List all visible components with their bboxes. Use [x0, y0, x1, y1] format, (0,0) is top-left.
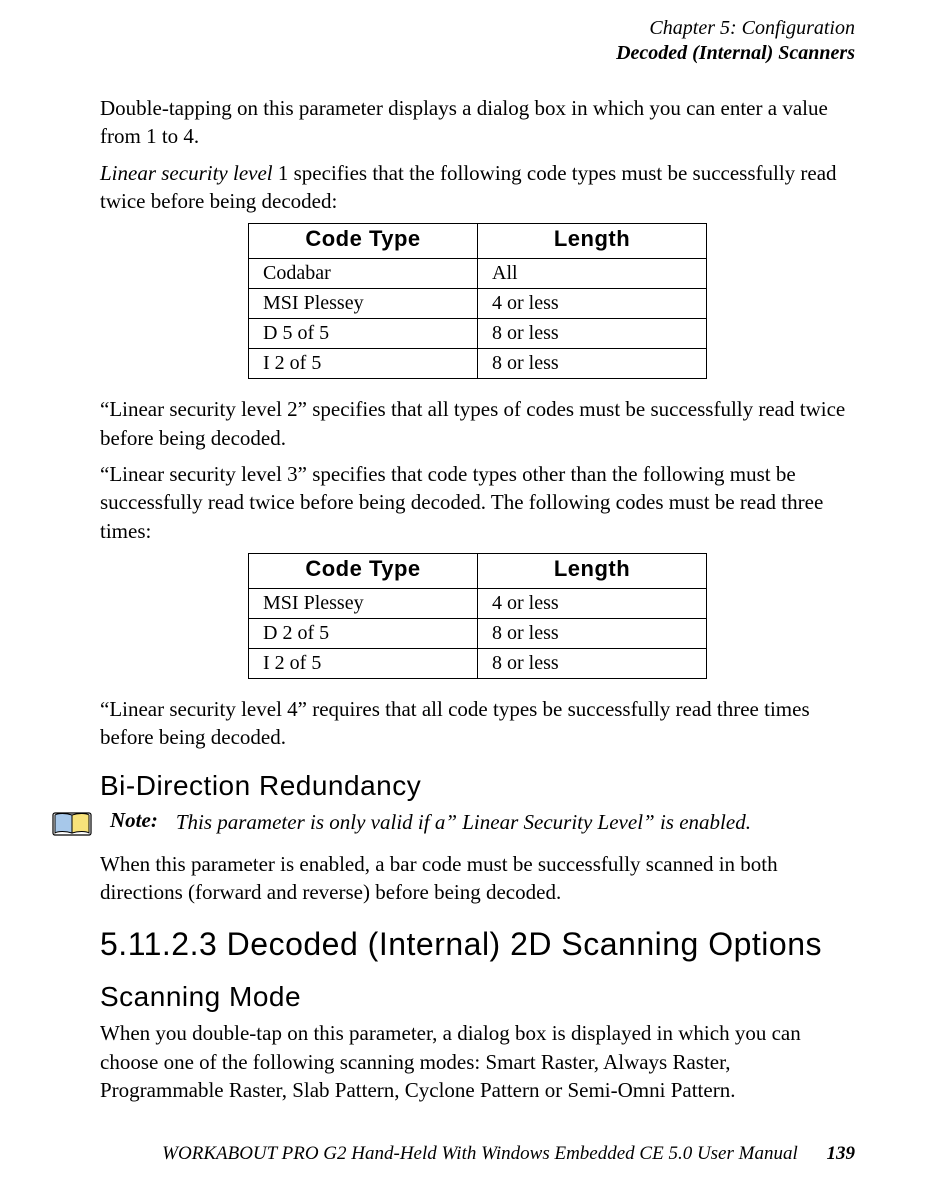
paragraph: When this parameter is enabled, a bar co… — [100, 850, 855, 907]
paragraph: When you double-tap on this parameter, a… — [100, 1019, 855, 1104]
cell-length: 8 or less — [478, 349, 707, 379]
cell-code-type: D 5 of 5 — [249, 319, 478, 349]
book-icon — [52, 810, 92, 838]
page-number: 139 — [827, 1143, 856, 1164]
table-header-row: Code Type Length — [249, 554, 707, 589]
cell-code-type: MSI Plessey — [249, 589, 478, 619]
cell-length: All — [478, 259, 707, 289]
cell-length: 4 or less — [478, 289, 707, 319]
table-row: MSI Plessey 4 or less — [249, 589, 707, 619]
page-container: Chapter 5: Configuration Decoded (Intern… — [0, 0, 935, 1193]
section-label: Decoded (Internal) Scanners — [100, 41, 855, 66]
italic-phrase: Linear security level — [100, 161, 273, 185]
column-header-code-type: Code Type — [249, 554, 478, 589]
cell-code-type: I 2 of 5 — [249, 649, 478, 679]
code-table-1: Code Type Length Codabar All MSI Plessey… — [248, 223, 707, 379]
note-label: Note: — [110, 808, 158, 833]
section-heading-2d-options: 5.11.2.3 Decoded (Internal) 2D Scanning … — [100, 926, 855, 963]
column-header-length: Length — [478, 224, 707, 259]
subheading-bi-direction: Bi-Direction Redundancy — [100, 770, 855, 802]
manual-title: WORKABOUT PRO G2 Hand-Held With Windows … — [162, 1143, 798, 1164]
cell-length: 8 or less — [478, 619, 707, 649]
cell-length: 4 or less — [478, 589, 707, 619]
paragraph: “Linear security level 4” requires that … — [100, 695, 855, 752]
running-header: Chapter 5: Configuration Decoded (Intern… — [100, 16, 855, 66]
table-row: MSI Plessey 4 or less — [249, 289, 707, 319]
note-block: Note: This parameter is only valid if a”… — [52, 808, 855, 838]
cell-code-type: I 2 of 5 — [249, 349, 478, 379]
table-header-row: Code Type Length — [249, 224, 707, 259]
column-header-length: Length — [478, 554, 707, 589]
paragraph: “Linear security level 3” specifies that… — [100, 460, 855, 545]
table-row: I 2 of 5 8 or less — [249, 349, 707, 379]
table-row: D 5 of 5 8 or less — [249, 319, 707, 349]
paragraph: Linear security level 1 specifies that t… — [100, 159, 855, 216]
paragraph: Double-tapping on this parameter display… — [100, 94, 855, 151]
page-footer: WORKABOUT PRO G2 Hand-Held With Windows … — [100, 1143, 855, 1165]
note-text: This parameter is only valid if a” Linea… — [176, 808, 751, 836]
table-row: I 2 of 5 8 or less — [249, 649, 707, 679]
cell-code-type: D 2 of 5 — [249, 619, 478, 649]
code-table-2: Code Type Length MSI Plessey 4 or less D… — [248, 553, 707, 679]
table-row: Codabar All — [249, 259, 707, 289]
cell-code-type: MSI Plessey — [249, 289, 478, 319]
table-row: D 2 of 5 8 or less — [249, 619, 707, 649]
cell-length: 8 or less — [478, 319, 707, 349]
chapter-label: Chapter 5: Configuration — [100, 16, 855, 41]
cell-code-type: Codabar — [249, 259, 478, 289]
column-header-code-type: Code Type — [249, 224, 478, 259]
subheading-scanning-mode: Scanning Mode — [100, 981, 855, 1013]
paragraph: “Linear security level 2” specifies that… — [100, 395, 855, 452]
cell-length: 8 or less — [478, 649, 707, 679]
